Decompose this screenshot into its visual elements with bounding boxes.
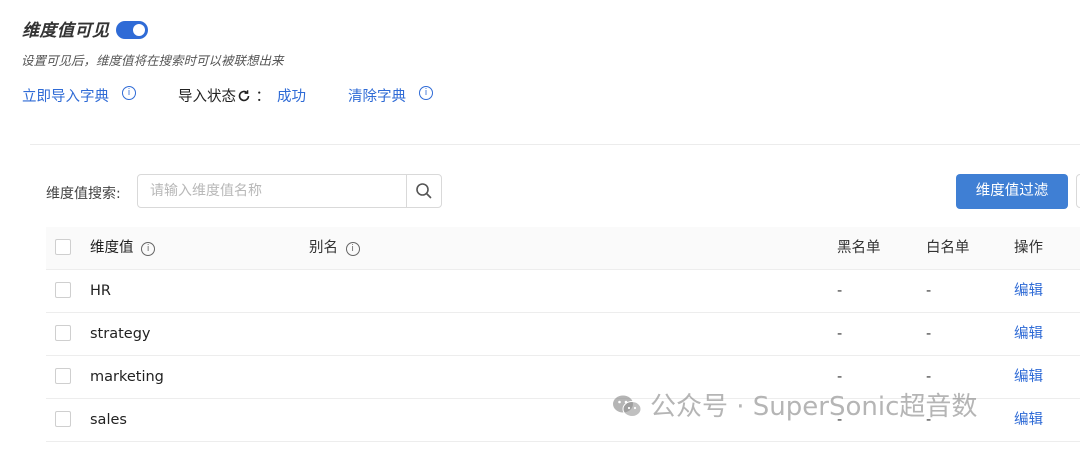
- cell-blacklist: -: [837, 326, 843, 342]
- cell-whitelist: -: [926, 283, 932, 299]
- info-icon[interactable]: i: [141, 242, 156, 256]
- clear-dictionary-link[interactable]: 清除字典: [348, 85, 406, 106]
- cell-blacklist: -: [837, 283, 843, 299]
- edit-link[interactable]: 编辑: [1014, 399, 1043, 441]
- column-header-alias: 别名 i: [309, 227, 360, 269]
- cell-whitelist: -: [926, 326, 932, 342]
- info-icon[interactable]: i: [122, 86, 136, 100]
- edit-link[interactable]: 编辑: [1014, 270, 1043, 312]
- edit-link[interactable]: 编辑: [1014, 356, 1043, 398]
- table-row: HR - - 编辑: [46, 270, 1080, 313]
- row-checkbox[interactable]: [55, 282, 71, 298]
- search-button[interactable]: [406, 175, 441, 207]
- section-title: 维度值可见: [22, 21, 110, 41]
- cell-name: marketing: [90, 369, 164, 385]
- search-icon: [416, 183, 432, 199]
- watermark: 公众号 · SuperSonic超音数: [612, 386, 977, 423]
- search-input[interactable]: [138, 175, 408, 207]
- cell-name: sales: [90, 412, 127, 428]
- import-dictionary-link[interactable]: 立即导入字典: [22, 85, 109, 106]
- divider: [30, 144, 1080, 145]
- select-all-checkbox[interactable]: [55, 239, 71, 255]
- search-box: [137, 174, 442, 208]
- filter-button[interactable]: 维度值过滤: [956, 174, 1068, 209]
- section-description: 设置可见后，维度值将在搜索时可以被联想出来: [21, 53, 284, 68]
- column-header-name: 维度值 i: [90, 227, 156, 269]
- column-header-blacklist: 黑名单: [837, 240, 881, 256]
- search-label: 维度值搜索:: [46, 186, 121, 202]
- info-icon[interactable]: i: [345, 242, 360, 256]
- row-checkbox[interactable]: [55, 411, 71, 427]
- import-status-value: 成功: [277, 89, 306, 105]
- more-button[interactable]: [1076, 174, 1080, 208]
- table-row: strategy - - 编辑: [46, 313, 1080, 356]
- column-header-actions: 操作: [1014, 240, 1043, 256]
- edit-link[interactable]: 编辑: [1014, 313, 1043, 355]
- visibility-toggle[interactable]: [116, 21, 148, 39]
- column-header-whitelist: 白名单: [926, 240, 970, 256]
- wechat-icon: [613, 395, 642, 417]
- row-checkbox[interactable]: [55, 368, 71, 384]
- info-icon[interactable]: i: [419, 86, 433, 100]
- import-status-label: 导入状态 ：: [178, 89, 271, 105]
- cell-name: strategy: [90, 326, 151, 342]
- toggle-knob: [133, 24, 145, 36]
- cell-name: HR: [90, 283, 111, 299]
- table-header: 维度值 i 别名 i 黑名单 白名单 操作: [46, 227, 1080, 270]
- row-checkbox[interactable]: [55, 325, 71, 341]
- refresh-icon[interactable]: [237, 89, 251, 103]
